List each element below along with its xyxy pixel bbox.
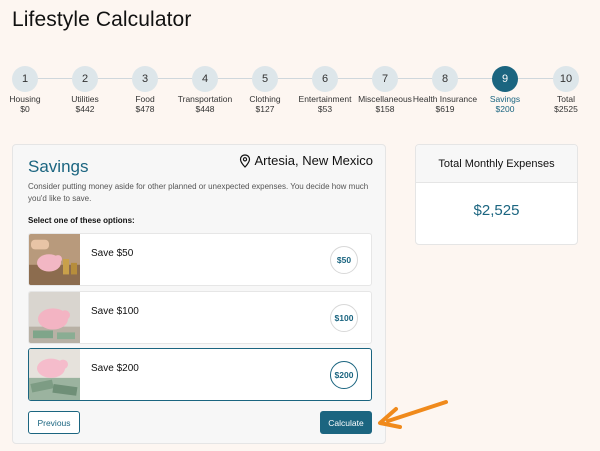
option-amount-badge: $50: [330, 246, 358, 274]
option-save-100[interactable]: Save $100 $100: [28, 291, 372, 344]
option-save-50[interactable]: Save $50 $50: [28, 233, 372, 286]
card-description: Consider putting money aside for other p…: [28, 182, 369, 203]
option-amount-badge: $100: [330, 304, 358, 332]
option-label: Save $100: [91, 306, 139, 317]
step-number: 2: [72, 66, 98, 92]
step-number: 7: [372, 66, 398, 92]
step-number: 3: [132, 66, 158, 92]
previous-button[interactable]: Previous: [28, 411, 80, 434]
total-expenses-title: Total Monthly Expenses: [416, 145, 577, 183]
total-expenses-card: Total Monthly Expenses $2,525: [415, 144, 578, 245]
step-amount: $2525: [554, 104, 578, 114]
total-expenses-value: $2,525: [473, 202, 520, 219]
location: Artesia, New Mexico: [239, 153, 373, 168]
step-number: 6: [312, 66, 338, 92]
option-label: Save $200: [91, 363, 139, 374]
savings-card: Savings Artesia, New Mexico Consider put…: [12, 144, 386, 444]
map-pin-icon: [239, 153, 250, 168]
options-label: Select one of these options:: [28, 216, 135, 225]
step-number: 10: [553, 66, 579, 92]
option-save-200[interactable]: Save $200 $200: [28, 348, 372, 401]
step-number: 1: [12, 66, 38, 92]
annotation-arrow-icon: [378, 400, 448, 429]
page-title: Lifestyle Calculator: [12, 8, 192, 31]
option-label: Save $50: [91, 248, 134, 259]
step-number: 4: [192, 66, 218, 92]
card-title: Savings: [28, 157, 89, 176]
location-text: Artesia, New Mexico: [254, 153, 373, 168]
piggy-bank-image: [29, 292, 80, 343]
step-number: 9: [492, 66, 518, 92]
step-number: 5: [252, 66, 278, 92]
option-amount-badge: $200: [330, 361, 358, 389]
step-total[interactable]: 10 Total $2525: [521, 66, 600, 114]
piggy-bank-image: [29, 349, 80, 400]
progress-stepper: 1 Housing $0 2 Utilities $442 3 Food $47…: [0, 66, 600, 116]
calculate-button[interactable]: Calculate: [320, 411, 372, 434]
piggy-bank-image: [29, 234, 80, 285]
step-number: 8: [432, 66, 458, 92]
step-label: Total: [557, 94, 575, 104]
